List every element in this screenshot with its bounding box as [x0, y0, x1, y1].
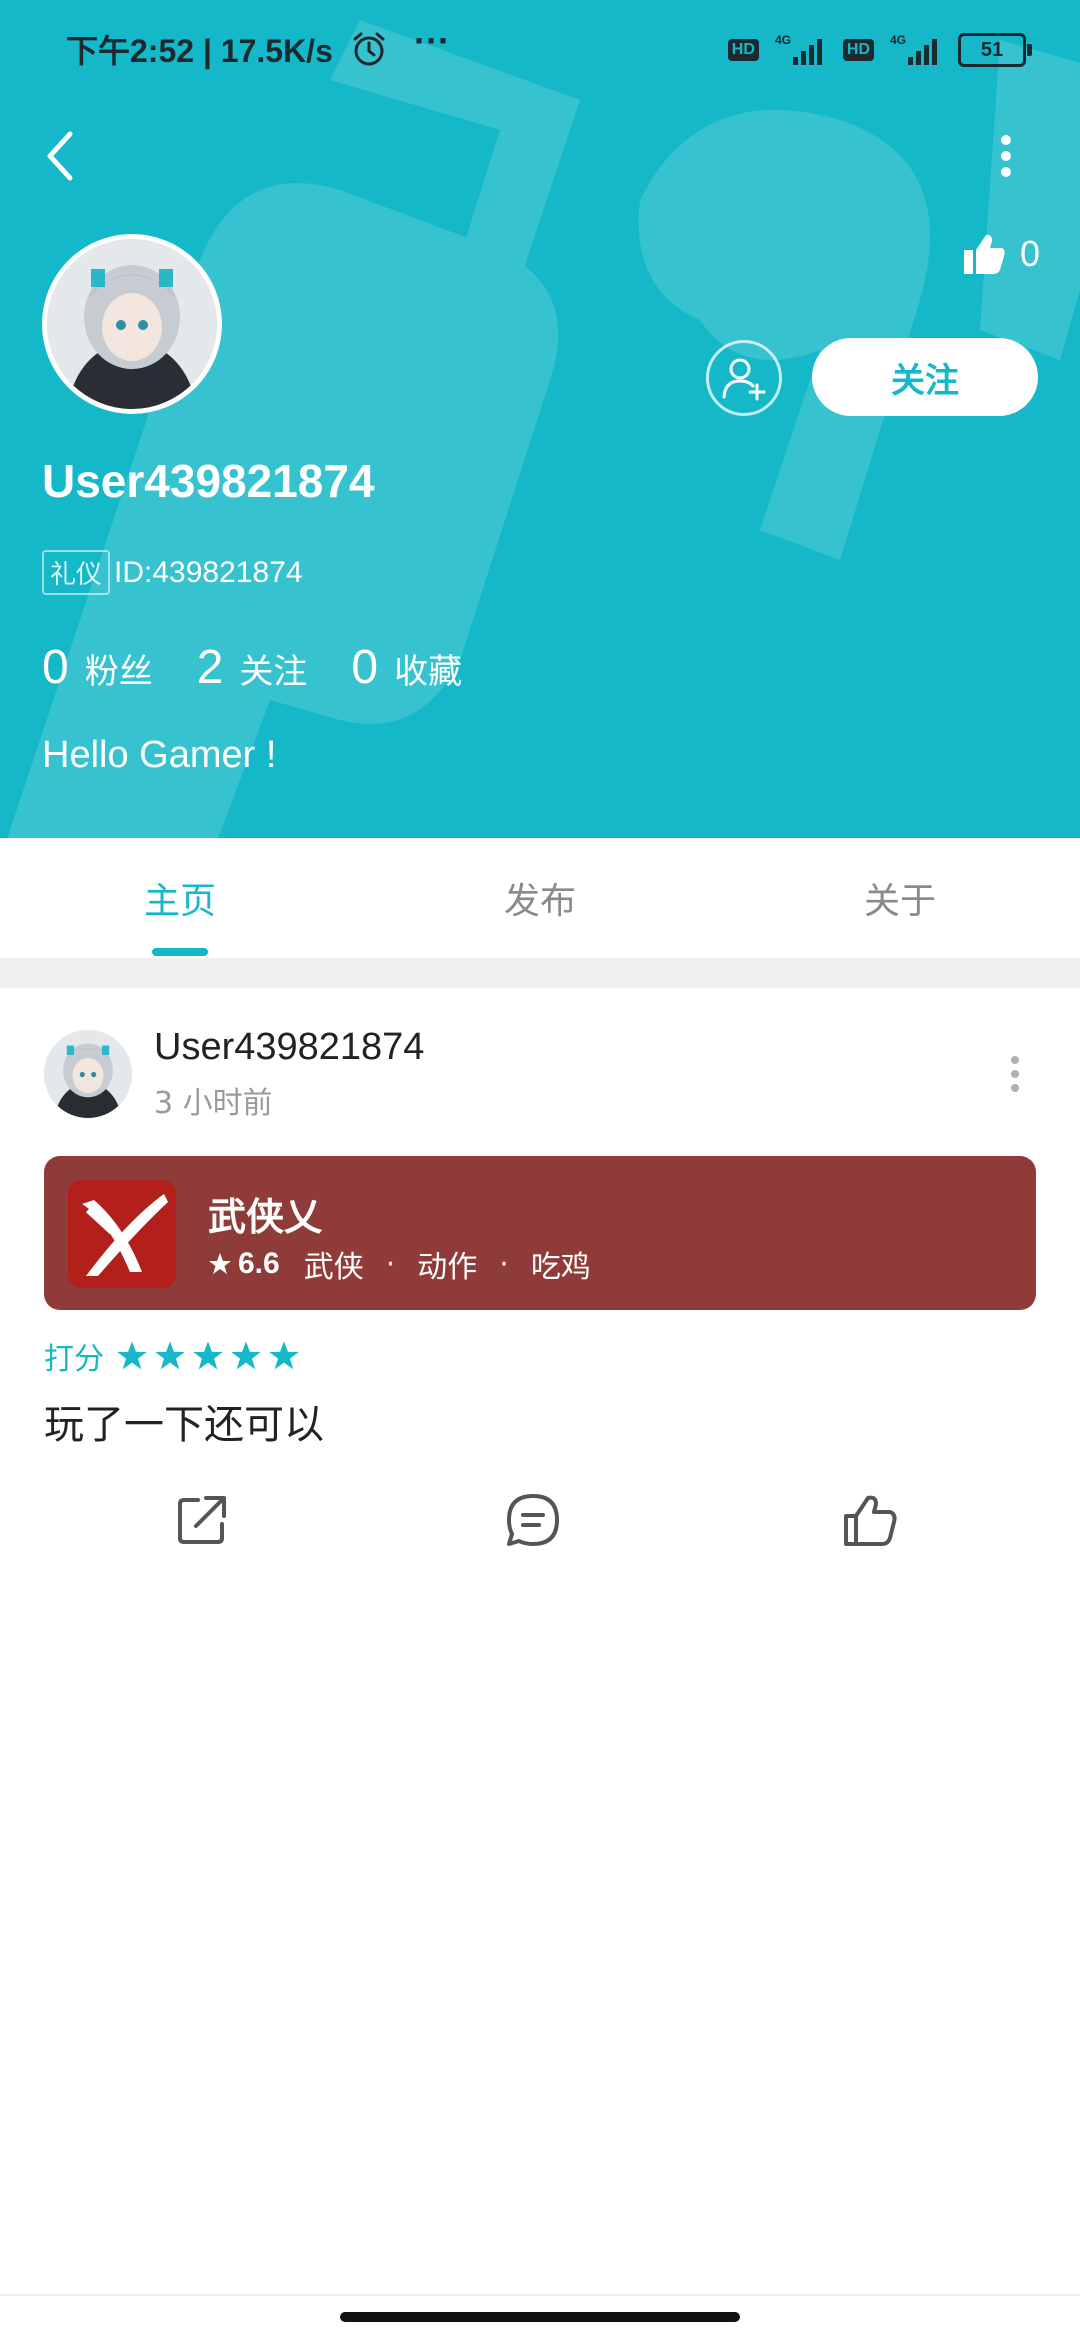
- tab-home[interactable]: 主页: [0, 838, 360, 958]
- alarm-icon: [353, 32, 385, 66]
- tag-separator-dot: ·: [499, 1246, 509, 1282]
- stats-row: 0 粉丝 2 关注 0 收藏: [42, 640, 506, 695]
- profile-username: User439821874: [42, 455, 375, 507]
- game-rating: 6.6: [238, 1247, 280, 1280]
- stat-favorites[interactable]: 0 收藏: [351, 640, 462, 695]
- post-text: 玩了一下还可以: [44, 1402, 324, 1448]
- stat-following-value: 2: [196, 641, 224, 694]
- hd-badge-2: HD: [842, 39, 874, 61]
- profile-like-count[interactable]: 0: [962, 232, 1040, 276]
- add-friend-button[interactable]: [706, 340, 782, 416]
- stat-fans-label: 粉丝: [84, 652, 153, 692]
- section-divider: [0, 958, 1080, 988]
- game-logo-icon: [68, 1180, 176, 1288]
- stat-fans-value: 0: [42, 641, 69, 694]
- game-tag: 吃鸡: [530, 1250, 591, 1285]
- more-vertical-icon[interactable]: [984, 124, 1028, 188]
- stat-following[interactable]: 2 关注: [197, 640, 308, 695]
- status-bar: 下午2:52 | 17.5K/s ··· HD 4G HD 4G 51: [0, 0, 1080, 100]
- home-indicator[interactable]: [340, 2312, 740, 2322]
- signal-4g-icon-1: 4G: [775, 33, 822, 65]
- battery-icon: 51: [958, 33, 1032, 67]
- title-badge[interactable]: 礼仪: [42, 550, 111, 595]
- signal-4g-icon-2: 4G: [890, 33, 937, 65]
- stat-favorites-label: 收藏: [394, 652, 463, 692]
- header-watermark: [7, 20, 1080, 838]
- stat-fans[interactable]: 0 粉丝: [42, 640, 153, 695]
- game-icon: [68, 1180, 176, 1288]
- star-icon: [231, 1341, 261, 1370]
- status-indicators: HD 4G HD 4G 51: [727, 30, 1032, 70]
- game-name: 武侠乂: [208, 1195, 323, 1239]
- hd-badge-1: HD: [727, 39, 759, 61]
- profile-avatar[interactable]: [42, 234, 222, 414]
- user-id: ID:439821874: [114, 555, 303, 589]
- follow-button[interactable]: 关注: [812, 338, 1038, 416]
- post-rating-row: 打分: [44, 1334, 306, 1378]
- back-arrow-icon[interactable]: [36, 120, 86, 192]
- add-user-icon: [722, 358, 766, 401]
- profile-bio: Hello Gamer !: [42, 734, 277, 776]
- network-4g-label-1: 4G: [775, 33, 791, 47]
- id-row: 礼仪 ID:439821874: [42, 550, 303, 595]
- like-count-value: 0: [1019, 233, 1040, 274]
- avatar-illustration-small: [44, 1030, 132, 1118]
- post-timestamp: 3 小时前: [154, 1086, 273, 1121]
- comment-icon[interactable]: [503, 1490, 563, 1550]
- rating-label: 打分: [44, 1342, 104, 1377]
- post-more-icon[interactable]: [1000, 1052, 1030, 1096]
- stat-favorites-value: 0: [351, 641, 379, 694]
- profile-header: 下午2:52 | 17.5K/s ··· HD 4G HD 4G 51 0 关注…: [0, 0, 1080, 838]
- star-icon: [155, 1341, 185, 1370]
- post-actions: [0, 1490, 1080, 1554]
- stat-following-label: 关注: [239, 652, 308, 692]
- network-4g-label-2: 4G: [890, 33, 906, 47]
- post-author-name[interactable]: User439821874: [154, 1026, 424, 1069]
- profile-tabs: 主页 发布 关于: [0, 838, 1080, 958]
- nav-bar-divider: [0, 2294, 1080, 2296]
- star-icon: [193, 1341, 223, 1370]
- tab-posts[interactable]: 发布: [360, 838, 720, 958]
- post-author-avatar[interactable]: [44, 1030, 132, 1118]
- thumbs-up-filled-icon: [963, 234, 1005, 274]
- active-tab-indicator: [152, 948, 208, 956]
- share-icon[interactable]: [172, 1490, 232, 1550]
- rating-star-icon: [209, 1253, 231, 1274]
- tag-separator-dot: ·: [385, 1246, 396, 1282]
- star-icon: [117, 1341, 147, 1370]
- game-tag: 武侠: [303, 1250, 364, 1285]
- more-notifications-icon: ···: [414, 20, 450, 61]
- like-icon[interactable]: [840, 1490, 900, 1550]
- status-time: 下午2:52 | 17.5K/s: [66, 33, 333, 69]
- game-tag: 动作: [417, 1250, 478, 1285]
- star-icon: [269, 1341, 299, 1370]
- game-meta: 6.6 武侠 · 动作 · 吃鸡: [208, 1242, 591, 1286]
- tab-about[interactable]: 关于: [720, 838, 1080, 958]
- avatar-illustration: [47, 239, 217, 409]
- game-card[interactable]: 武侠乂 6.6 武侠 · 动作 · 吃鸡: [44, 1156, 1036, 1310]
